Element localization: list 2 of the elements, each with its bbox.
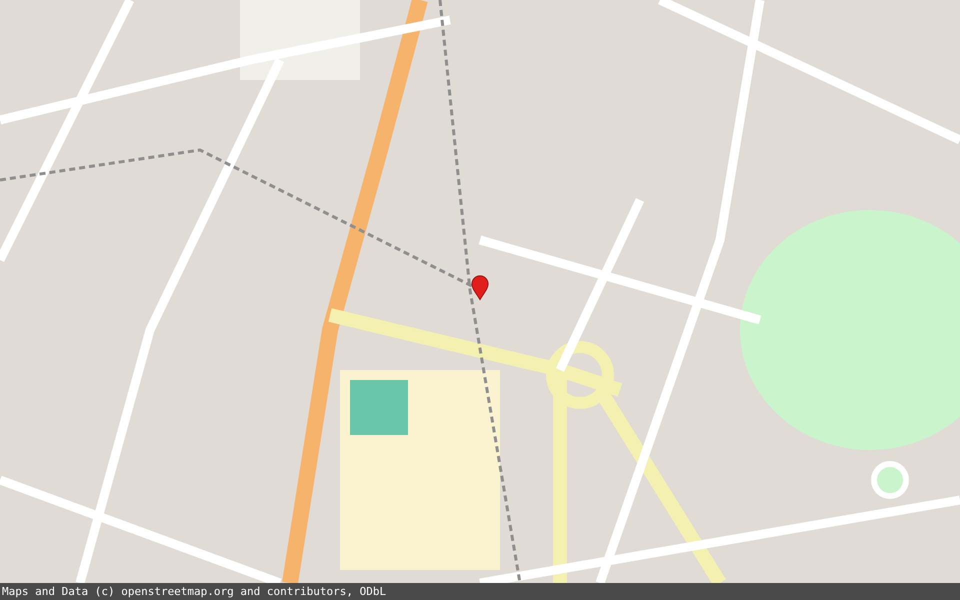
map-marker-icon[interactable] xyxy=(471,275,489,301)
attribution-text: Maps and Data (c) openstreetmap.org and contributors, ODbL xyxy=(2,585,386,598)
